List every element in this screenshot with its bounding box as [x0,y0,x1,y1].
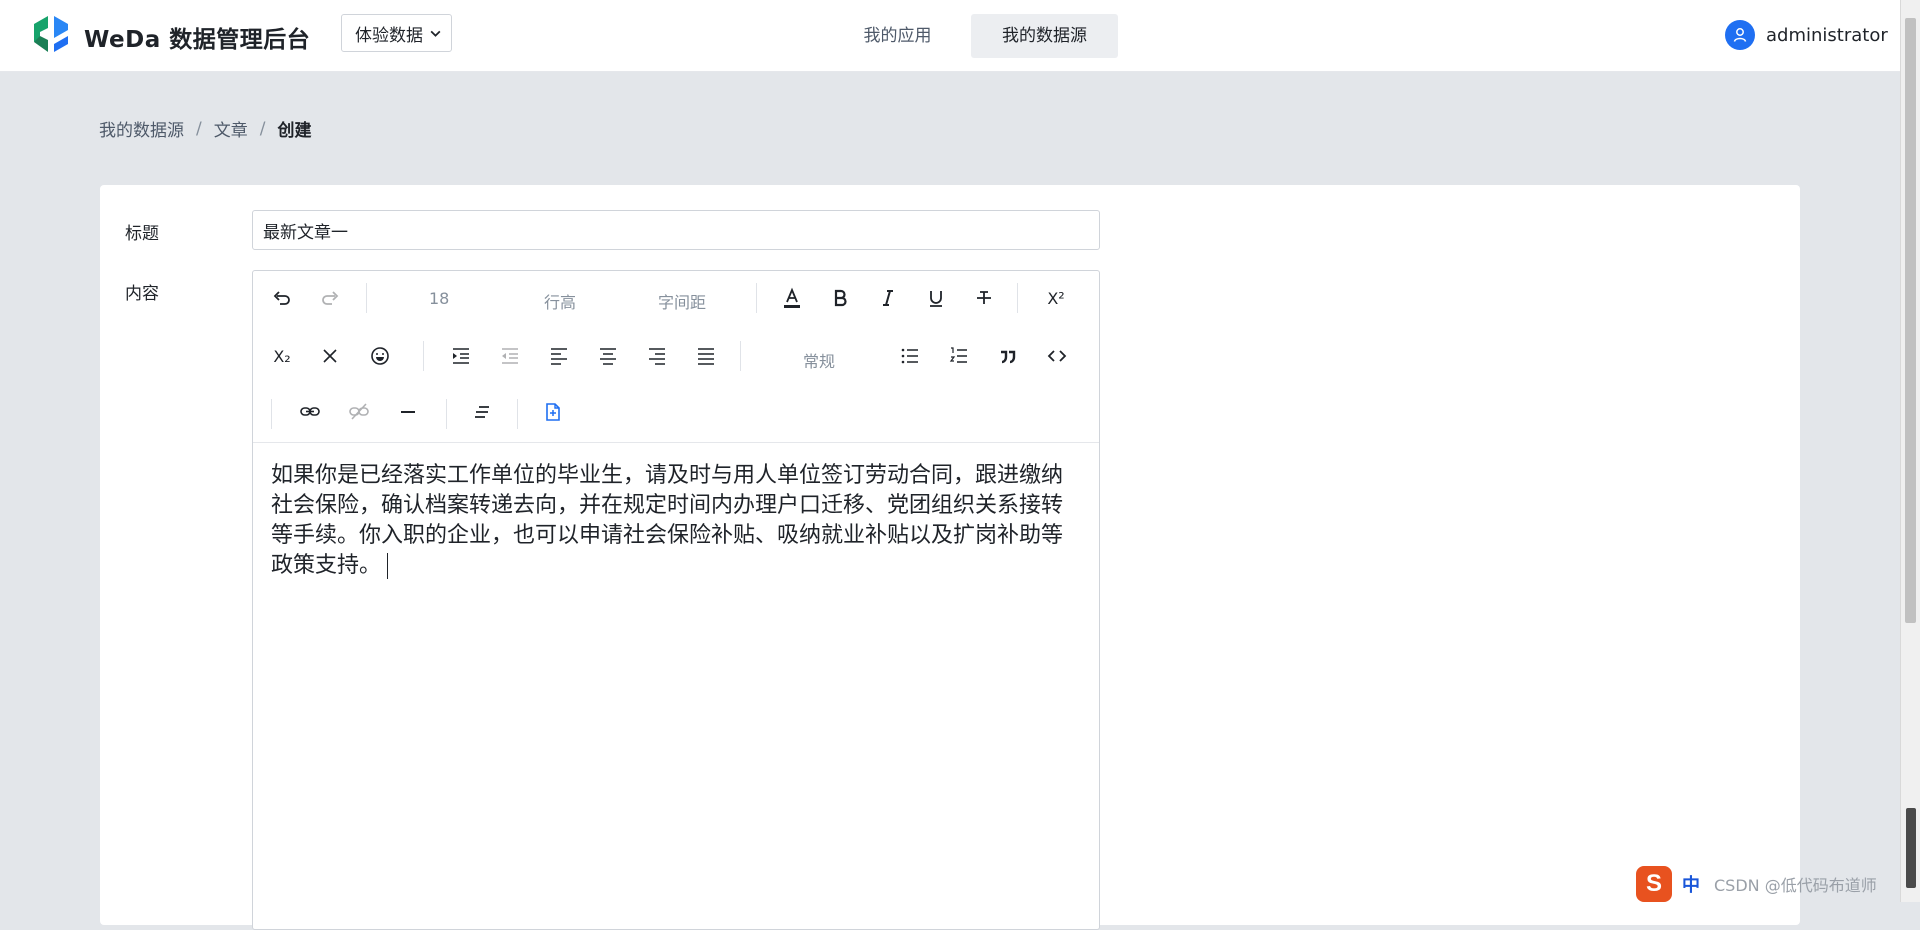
rich-text-editor[interactable]: 18 行高 字间距 X² X₂ 常规 如果你是已经落实工作单位的毕业生，请及时与… [252,270,1100,930]
breadcrumb-item-datasources[interactable]: 我的数据源 [99,116,184,141]
user-name: administrator [1766,24,1888,46]
title-label: 标题 [125,224,159,244]
letter-spacing-select[interactable]: 字间距 [658,289,706,313]
underline-icon[interactable] [919,281,953,315]
font-size-select[interactable]: 18 [429,289,449,308]
nav-tab-label: 我的应用 [863,26,932,46]
toolbar-divider [366,283,367,313]
breadcrumb-item-article[interactable]: 文章 [214,116,248,141]
ime-toolbar: S 中 CSDN @低代码布道师 [1636,866,1920,902]
text-caret [387,553,389,579]
align-right-icon[interactable] [640,339,674,373]
breadcrumb: 我的数据源 / 文章 / 创建 [99,116,312,142]
watermark: CSDN @低代码布道师 [1714,876,1877,895]
unlink-icon[interactable] [342,395,376,429]
breadcrumb-separator: / [259,118,266,139]
toolbar-divider [756,283,757,313]
app-title: WeDa 数据管理后台 [84,27,311,53]
environment-select[interactable]: 体验数据 [341,14,452,52]
breadcrumb-separator: / [196,118,202,139]
align-left-icon[interactable] [542,339,576,373]
title-input[interactable] [252,210,1100,250]
align-center-icon[interactable] [591,339,625,373]
toolbar-divider [740,341,741,371]
horizontal-rule-icon[interactable] [391,395,425,429]
line-height-select[interactable]: 行高 [544,289,576,313]
nav-tab-my-datasources[interactable]: 我的数据源 [971,14,1118,58]
quote-icon[interactable] [991,339,1025,373]
environment-select-value: 体验数据 [355,25,423,46]
form-card: 标题 内容 18 行高 字间距 [100,185,1800,930]
scrollbar-thumb[interactable] [1905,18,1916,623]
font-color-icon[interactable] [775,281,809,315]
strikethrough-icon[interactable] [967,281,1001,315]
superscript-label: X² [1047,288,1065,308]
paragraph-format-icon[interactable] [465,395,499,429]
align-justify-icon[interactable] [689,339,723,373]
toolbar-divider [423,341,424,371]
italic-icon[interactable] [871,281,905,315]
code-icon[interactable] [1040,339,1074,373]
superscript-icon[interactable]: X² [1039,281,1073,315]
indent-decrease-icon[interactable] [493,339,527,373]
bullet-list-icon[interactable] [893,339,927,373]
chevron-down-icon [430,30,441,37]
toolbar-divider [1017,283,1018,313]
undo-icon[interactable] [265,281,299,315]
indent-increase-icon[interactable] [444,339,478,373]
document-icon[interactable] [536,395,570,429]
breadcrumb-item-create: 创建 [277,121,312,141]
redo-icon[interactable] [313,281,347,315]
nav-tab-label: 我的数据源 [1002,26,1087,46]
link-icon[interactable] [293,395,327,429]
user-menu[interactable]: administrator [1725,20,1888,50]
nav-tab-my-apps[interactable]: 我的应用 [845,14,950,58]
emoji-icon[interactable] [363,339,397,373]
weda-logo-icon[interactable] [30,16,72,52]
ime-mode[interactable]: 中 [1682,871,1700,897]
clear-format-icon[interactable] [313,339,347,373]
toolbar-divider [517,399,518,429]
toolbar-divider [446,399,447,429]
content-label: 内容 [125,284,159,304]
editor-content[interactable]: 如果你是已经落实工作单位的毕业生，请及时与用人单位签订劳动合同，跟进缴纳社会保险… [271,461,1071,581]
editor-toolbar: 18 行高 字间距 X² X₂ 常规 [253,271,1099,443]
top-bar: WeDa 数据管理后台 体验数据 我的应用 我的数据源 administrato… [0,0,1900,72]
toolbar-divider [271,399,272,429]
subscript-label: X₂ [273,346,291,366]
subscript-icon[interactable]: X₂ [265,339,299,373]
numbered-list-icon[interactable] [942,339,976,373]
heading-select[interactable]: 常规 [803,348,835,372]
editor-text: 如果你是已经落实工作单位的毕业生，请及时与用人单位签订劳动合同，跟进缴纳社会保险… [271,463,1064,578]
sogou-logo-icon[interactable]: S [1636,866,1672,902]
avatar [1725,20,1755,50]
bold-icon[interactable] [823,281,857,315]
page-scrollbar[interactable] [1900,0,1920,902]
user-icon [1733,28,1747,42]
